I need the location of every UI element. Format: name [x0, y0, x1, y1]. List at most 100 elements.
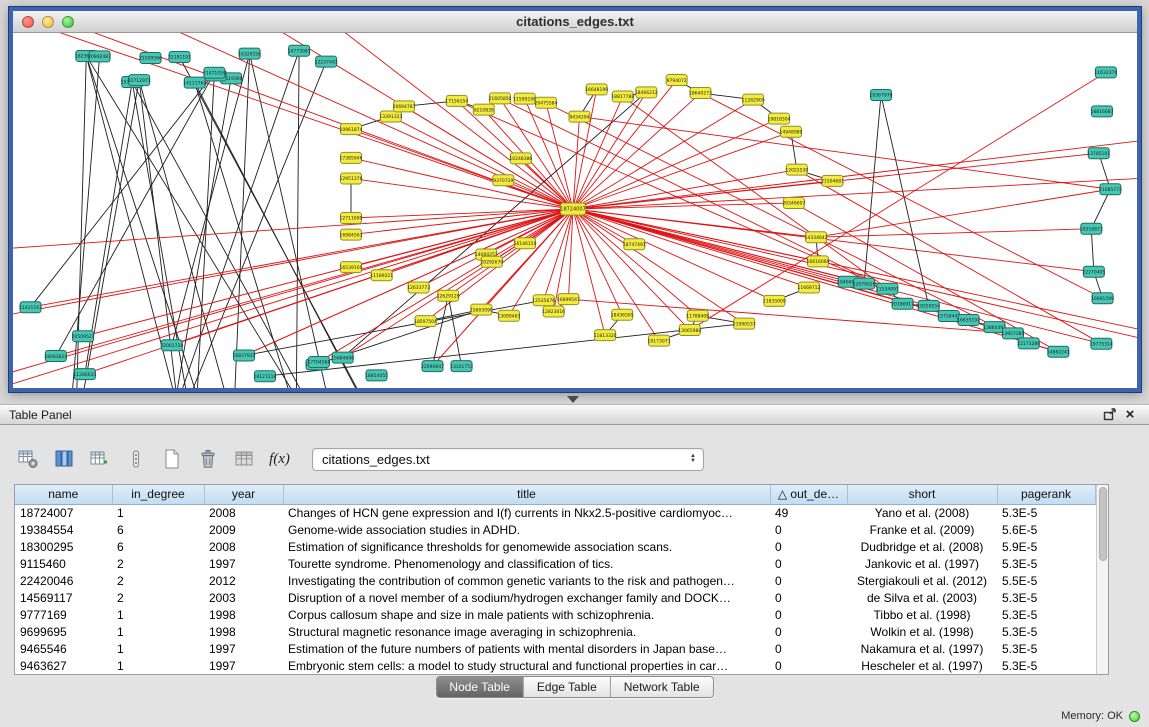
graph-node[interactable]: 21421163 — [19, 302, 42, 313]
graph-node[interactable]: 16891599 — [1091, 293, 1114, 304]
graph-node[interactable]: 20292670 — [480, 256, 503, 267]
graph-node[interactable]: 22078026 — [853, 278, 876, 289]
graph-node[interactable]: 21085773 — [1099, 184, 1122, 195]
graph-node[interactable]: 11282909 — [742, 94, 765, 105]
import-table-icon[interactable] — [228, 444, 259, 475]
graph-node[interactable]: 18747491 — [623, 239, 646, 250]
graph-node[interactable]: 17156154 — [445, 95, 468, 106]
close-window-button[interactable] — [22, 16, 34, 28]
graph-node[interactable]: 19173073 — [648, 335, 671, 346]
graph-node[interactable]: 11788408 — [686, 310, 709, 321]
graph-node[interactable]: 18724007 — [560, 203, 585, 215]
graph-node[interactable]: 16146150 — [514, 238, 537, 249]
graph-node[interactable]: 19367976 — [870, 90, 893, 101]
show-columns-icon[interactable] — [48, 444, 79, 475]
table-row[interactable]: 911546021997Tourette syndrome. Phenomeno… — [15, 555, 1095, 572]
column-header-out_degree[interactable]: △ out_de… — [770, 485, 847, 504]
graph-node[interactable]: 11835009 — [763, 295, 786, 306]
graph-node[interactable]: 16635192 — [957, 315, 980, 326]
column-header-short[interactable]: short — [847, 485, 997, 504]
graph-node[interactable]: 18854055 — [365, 370, 388, 381]
column-header-year[interactable]: year — [204, 485, 283, 504]
graph-node[interactable]: 18436565 — [611, 309, 634, 320]
graph-node[interactable]: 14773081 — [288, 45, 311, 56]
graph-node[interactable]: 10961874 — [340, 124, 363, 135]
graph-node[interactable]: 18063824 — [44, 351, 67, 362]
graph-node[interactable]: 12629129 — [437, 290, 460, 301]
tab-network-table[interactable]: Network Table — [611, 677, 713, 697]
table-row[interactable]: 946554611997Estimation of the future num… — [15, 640, 1095, 657]
graph-node[interactable]: 14948989 — [780, 126, 803, 137]
scrollbar-thumb[interactable] — [1099, 487, 1107, 561]
window-titlebar[interactable]: citations_edges.txt — [13, 11, 1137, 33]
graph-node[interactable]: 11189221 — [370, 270, 393, 281]
split-pane-handle[interactable] — [567, 396, 579, 403]
graph-node[interactable]: 21471059 — [203, 67, 226, 78]
graph-node[interactable]: 21605850 — [489, 93, 512, 104]
memory-status-icon[interactable] — [1129, 711, 1140, 722]
graph-node[interactable]: 22173286 — [1017, 338, 1040, 349]
graph-node[interactable]: 12633773 — [407, 282, 430, 293]
graph-node[interactable]: 20186917 — [891, 298, 914, 309]
graph-node[interactable]: 11632370 — [1094, 67, 1117, 78]
graph-node[interactable]: 22270405 — [1082, 266, 1105, 277]
graph-node[interactable]: 12237493 — [315, 56, 338, 67]
graph-node[interactable]: 18640273 — [689, 88, 712, 99]
graph-node[interactable]: 16648199 — [585, 84, 608, 95]
close-panel-icon[interactable]: × — [1120, 406, 1140, 423]
graph-node[interactable]: 16837935 — [233, 350, 256, 361]
graph-node[interactable]: 11669712 — [797, 282, 820, 293]
table-row[interactable]: 969969511998Structural magnetic resonanc… — [15, 623, 1095, 640]
graph-node[interactable]: 20694787 — [393, 101, 416, 112]
new-column-icon[interactable] — [84, 444, 115, 475]
column-header-pagerank[interactable]: pagerank — [997, 485, 1095, 504]
graph-node[interactable]: 13785101 — [1087, 148, 1110, 159]
column-header-in_degree[interactable]: in_degree — [112, 485, 204, 504]
graph-node[interactable]: 12535676 — [532, 295, 555, 306]
graph-node[interactable]: 11599198 — [513, 93, 536, 104]
network-view-window[interactable]: citations_edges.txt 18236177122374931577… — [9, 7, 1141, 392]
graph-node[interactable]: 14862241 — [1047, 346, 1070, 357]
graph-node[interactable]: 22191193 — [168, 51, 191, 62]
graph-node[interactable]: 13957285 — [1002, 328, 1025, 339]
function-builder-icon[interactable]: f(x) — [264, 444, 295, 475]
graph-node[interactable]: 12951376 — [340, 173, 363, 184]
delete-icon[interactable] — [192, 444, 223, 475]
graph-node[interactable]: 16539160 — [340, 262, 363, 273]
table-selector-dropdown[interactable]: citations_edges.txt ▲▼ — [312, 448, 704, 471]
graph-node[interactable]: 20509521 — [72, 331, 95, 342]
graph-node[interactable]: 16329156 — [238, 48, 261, 59]
graph-node[interactable]: 10248386 — [509, 153, 532, 164]
graph-node[interactable]: 9794072 — [666, 75, 687, 86]
zoom-window-button[interactable] — [62, 16, 74, 28]
graph-node[interactable]: 22690847 — [421, 361, 444, 372]
graph-node[interactable]: 17385946 — [340, 152, 363, 163]
tab-edge-table[interactable]: Edge Table — [524, 677, 611, 697]
graph-node[interactable]: 19359554 — [917, 300, 940, 311]
graph-node[interactable]: 13065980 — [678, 325, 701, 336]
table-row[interactable]: 946362711997Embryonic stem cells: a mode… — [15, 657, 1095, 674]
network-graph[interactable]: 1823617712237493157768051477308116329156… — [13, 33, 1137, 388]
graph-node[interactable]: 22001728 — [160, 340, 183, 351]
table-row[interactable]: 977716911998Corpus callosum shape and si… — [15, 606, 1095, 623]
graph-node[interactable]: 14334642 — [805, 232, 828, 243]
graph-node[interactable]: 15684696 — [331, 352, 354, 363]
graph-node[interactable]: 21504681 — [821, 175, 844, 186]
graph-node[interactable]: 18127218 — [253, 371, 276, 382]
column-header-name[interactable]: name — [15, 485, 112, 504]
table-row[interactable]: 1938455462009Genome-wide association stu… — [15, 521, 1095, 538]
row-handle-icon[interactable] — [120, 444, 151, 475]
network-canvas[interactable]: 1823617712237493157768051477308116329156… — [13, 33, 1137, 388]
graph-node[interactable]: 17704568 — [307, 356, 330, 367]
column-header-title[interactable]: title — [283, 485, 770, 504]
table-scrollbar[interactable] — [1096, 485, 1109, 674]
graph-node[interactable]: 16616069 — [807, 256, 830, 267]
graph-node[interactable]: 19818304 — [768, 113, 791, 124]
graph-node[interactable]: 14111762 — [183, 77, 206, 88]
graph-node[interactable]: 18597504 — [414, 316, 437, 327]
graph-node[interactable]: 20475584 — [535, 97, 558, 108]
table-row[interactable]: 1872400712008Changes of HCN gene express… — [15, 504, 1095, 521]
graph-node[interactable]: 13099463 — [497, 310, 520, 321]
table-options-icon[interactable] — [12, 444, 43, 475]
graph-node[interactable]: 11813320 — [594, 330, 617, 341]
